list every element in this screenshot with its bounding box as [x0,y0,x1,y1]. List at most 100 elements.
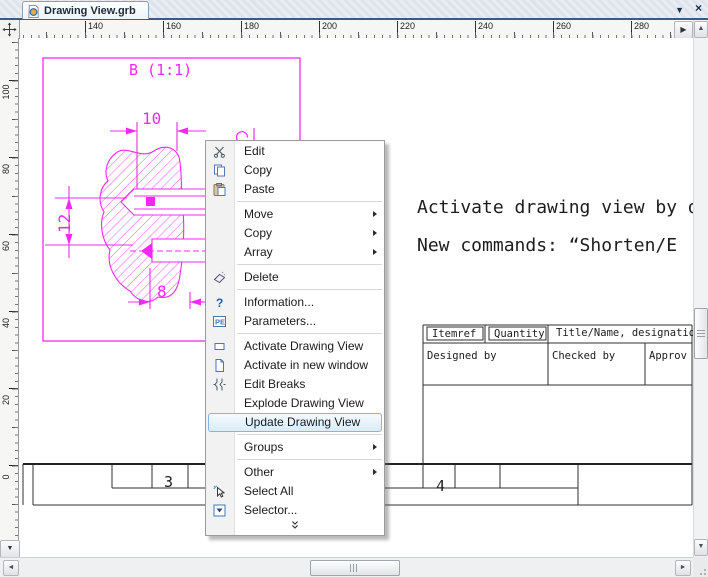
menu-separator [237,264,382,265]
tab-list-dropdown-icon[interactable]: ▼ [675,3,684,17]
menu-item-copy-submenu[interactable]: Copy [206,224,384,243]
eraser-icon [213,271,226,284]
hruler-label: 260 [553,21,571,31]
hruler-label: 180 [241,21,259,31]
menu-separator [237,434,382,435]
scroll-down-button[interactable]: ▼ [694,539,708,556]
menu-item-label: Explode Drawing View [244,396,364,410]
select-cursor-icon [213,485,226,498]
vruler-scroll-down-button[interactable]: ▼ [0,540,20,558]
menu-item-parameters[interactable]: PE Parameters... [206,312,384,331]
scroll-right-button[interactable]: ► [675,560,691,576]
menu-item-label: Move [244,207,273,221]
menu-item-label: Paste [244,182,275,196]
menu-item-label: Select All [244,484,293,498]
paste-icon [213,183,226,196]
menu-item-label: Delete [244,270,279,284]
menu-item-selector[interactable]: Selector... [206,501,384,520]
menu-item-explode-drawing-view[interactable]: Explode Drawing View [206,394,384,413]
menu-item-select-all[interactable]: Select All [206,482,384,501]
menu-item-array[interactable]: Array [206,243,384,262]
horizontal-scrollbar[interactable]: ◄ ► [0,557,693,577]
scissors-icon [213,145,226,158]
submenu-arrow-icon [373,444,377,450]
scroll-up-button[interactable]: ▲ [694,21,708,38]
menu-item-other[interactable]: Other [206,463,384,482]
copy-icon [213,164,226,177]
vertical-scrollbar-thumb[interactable] [694,308,708,359]
hruler-label: 160 [163,21,181,31]
grip-dots-icon [693,557,708,577]
context-menu: Edit Copy Paste Move Copy Array [205,140,385,536]
vruler-label: 40 [1,308,11,338]
menu-item-label: Copy [244,163,272,177]
menu-item-edit-breaks[interactable]: Edit Breaks [206,375,384,394]
menu-item-label: Parameters... [244,314,316,328]
menu-separator [237,289,382,290]
menu-item-label: Selector... [244,503,297,517]
menu-item-groups[interactable]: Groups [206,438,384,457]
svg-text:PE: PE [215,318,225,327]
submenu-arrow-icon [373,230,377,236]
vruler-label: 60 [1,231,11,261]
hruler-label: 200 [319,21,337,31]
svg-text:?: ? [216,296,223,309]
breaks-icon [213,378,226,391]
vruler-label: 0 [1,462,11,492]
menu-separator [237,201,382,202]
hruler-scroll-right-button[interactable]: ▶ [674,21,693,39]
menu-item-activate-drawing-view[interactable]: Activate Drawing View [206,337,384,356]
menu-expand-chevron[interactable] [206,520,384,533]
hruler-label: 140 [85,21,103,31]
close-icon[interactable]: × [695,1,702,15]
application-window: Drawing View.grb ▼ × 140 160 180 200 220… [0,0,708,577]
drawing-file-icon [27,5,40,18]
menu-separator [237,333,382,334]
vertical-ruler[interactable]: 100 80 60 40 20 0 [0,38,19,540]
menu-item-label: Groups [244,440,283,454]
pan-crosshair-icon [2,22,17,37]
submenu-arrow-icon [373,249,377,255]
document-tab-bar: Drawing View.grb ▼ × [0,0,708,20]
submenu-arrow-icon [373,211,377,217]
menu-separator [237,459,382,460]
menu-item-label: Activate in new window [244,358,368,372]
scroll-left-button[interactable]: ◄ [3,560,19,576]
menu-item-delete[interactable]: Delete [206,268,384,287]
double-chevron-down-icon [289,520,301,530]
horizontal-ruler[interactable]: 140 160 180 200 220 240 260 280 [20,20,674,39]
menu-item-label: Activate Drawing View [244,339,363,353]
hruler-label: 220 [397,21,415,31]
selector-icon [213,504,226,517]
menu-item-label: Edit Breaks [244,377,305,391]
menu-item-label: Copy [244,226,272,240]
view-rect-icon [213,340,226,353]
tab-title: Drawing View.grb [44,5,136,17]
menu-item-activate-in-new-window[interactable]: Activate in new window [206,356,384,375]
vertical-scrollbar[interactable]: ▲ ▼ [693,20,708,557]
parameters-pe-icon: PE [213,315,226,328]
menu-item-move[interactable]: Move [206,205,384,224]
submenu-arrow-icon [373,469,377,475]
vruler-label: 100 [1,77,11,107]
hruler-label: 280 [631,21,649,31]
menu-item-label: Array [244,245,273,259]
menu-item-information[interactable]: ? Information... [206,293,384,312]
menu-item-label: Other [244,465,274,479]
vruler-label: 20 [1,385,11,415]
menu-item-label: Update Drawing View [245,415,360,429]
menu-item-update-drawing-view[interactable]: Update Drawing View [208,413,382,432]
hruler-label: 240 [475,21,493,31]
menu-item-paste[interactable]: Paste [206,180,384,199]
vruler-label: 80 [1,154,11,184]
ruler-origin-corner[interactable] [0,20,20,39]
menu-item-label: Information... [244,295,314,309]
menu-item-label: Edit [244,144,265,158]
new-window-icon [213,359,226,372]
question-icon: ? [213,296,226,309]
menu-item-copy[interactable]: Copy [206,161,384,180]
horizontal-scrollbar-thumb[interactable] [310,560,400,576]
resize-grip[interactable] [693,557,708,577]
tab-drawing-view[interactable]: Drawing View.grb [22,1,149,19]
menu-item-edit[interactable]: Edit [206,142,384,161]
